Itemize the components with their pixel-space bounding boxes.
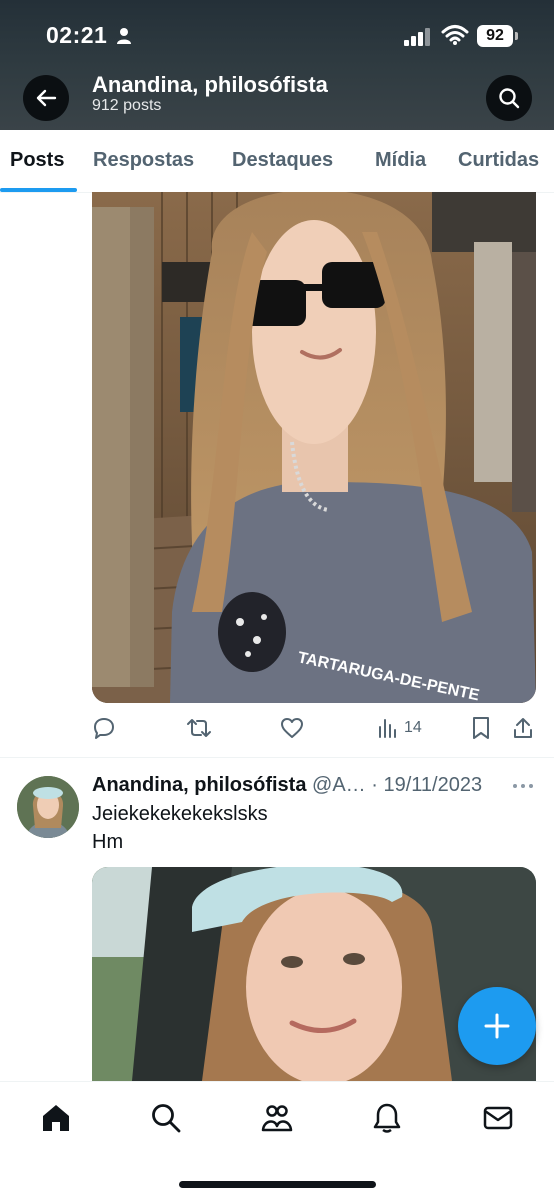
active-tab-indicator [0,188,77,192]
explore-icon[interactable] [150,1102,182,1134]
views-count: 14 [404,719,422,736]
bookmark-icon [473,717,489,739]
plus-icon [484,1013,510,1039]
separator-dot: · [371,774,378,796]
profile-title: Anandina, philosófista [92,72,328,97]
post-count: 912 posts [92,97,162,114]
messages-icon[interactable] [482,1102,514,1134]
communities-icon[interactable] [261,1102,293,1134]
tab-posts[interactable]: Posts [10,149,64,172]
views-icon [379,719,396,738]
post-date[interactable]: 19/11/2023 [383,774,482,796]
tab-curtidas[interactable]: Curtidas [458,149,539,172]
wifi-icon [441,25,469,45]
more-icon[interactable] [512,782,534,790]
reply-button[interactable] [92,716,116,740]
share-icon [514,718,532,738]
views-button[interactable]: 14 [376,716,422,740]
author-name[interactable]: Anandina, philosófista [92,774,306,796]
like-button[interactable] [280,716,304,740]
post-divider [0,757,554,758]
status-bar: 02:21 92 [0,22,554,52]
person-icon [117,28,131,44]
share-button[interactable] [512,716,534,740]
home-indicator [179,1181,376,1188]
compose-button[interactable] [458,987,536,1065]
tab-destaques[interactable]: Destaques [232,149,333,172]
post-actions: 14 [0,712,554,746]
retweet-button[interactable] [186,716,212,740]
battery-indicator: 92 [477,25,518,47]
post-image[interactable]: TARTARUGA-DE-PENTE [92,192,536,703]
search-icon [499,88,520,109]
tab-midia[interactable]: Mídia [375,149,426,172]
reply-icon [94,718,114,739]
post-header: Anandina, philosófista @A… · 19/11/2023 [92,774,542,800]
tab-respostas[interactable]: Respostas [93,149,194,172]
like-icon [281,718,303,738]
avatar-photo [17,776,79,838]
back-button[interactable] [23,75,69,121]
back-arrow-icon [36,89,57,107]
bookmark-button[interactable] [470,716,492,740]
search-button[interactable] [486,75,532,121]
profile-tabs: Posts Respostas Destaques Mídia Curtidas [0,130,554,193]
author-handle[interactable]: @A… [312,774,366,796]
post-text-line1: Jeiekekekekekslsks [92,803,268,825]
home-icon[interactable] [40,1102,72,1134]
notifications-icon[interactable] [371,1102,403,1134]
retweet-icon [187,719,211,737]
status-time: 02:21 [46,22,108,48]
cellular-signal-icon [404,28,430,46]
post-text-line2: Hm [92,831,124,853]
avatar[interactable] [17,776,79,838]
selfie-photo: TARTARUGA-DE-PENTE [92,192,536,703]
profile-header: 02:21 92 Anandina, philosófista 912 post… [0,0,554,130]
